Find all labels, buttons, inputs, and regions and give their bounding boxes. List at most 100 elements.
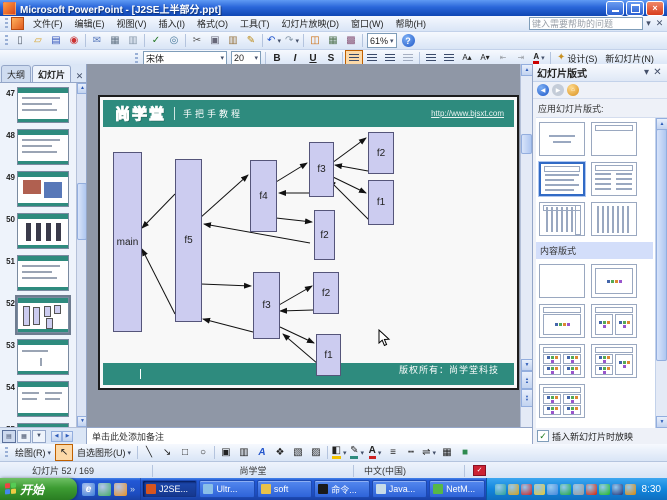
slide-canvas[interactable]: 尚学堂 手把手教程 http://www.bjsxt.com 版权所有：尚学堂科… <box>87 64 532 427</box>
slide[interactable]: 尚学堂 手把手教程 http://www.bjsxt.com 版权所有：尚学堂科… <box>98 95 519 390</box>
research-button[interactable]: ◎ <box>165 32 183 49</box>
help-dropdown-icon[interactable]: ▾ <box>643 18 654 29</box>
arrow-button[interactable]: ↘ <box>158 444 176 461</box>
normal-view-button[interactable]: ▤ <box>2 430 16 443</box>
show-desktop-icon[interactable] <box>98 483 111 496</box>
slideshow-view-button[interactable]: ▼ <box>32 430 46 443</box>
tray-icon-4[interactable] <box>547 484 558 495</box>
layout-blank[interactable] <box>539 264 585 298</box>
line-style-button[interactable]: ≡ <box>384 444 402 461</box>
toolbar-grip[interactable] <box>5 447 8 458</box>
stack-frame-box-f2[interactable]: f2 <box>313 272 339 314</box>
task-button-3[interactable]: 命令... <box>314 480 369 498</box>
layout-two-col-text[interactable] <box>591 162 637 196</box>
start-button[interactable]: 开始 <box>0 478 77 500</box>
stack-frame-box-f1[interactable]: f1 <box>368 180 394 225</box>
layout-vert-title-text[interactable] <box>539 202 585 236</box>
scroll-up-icon[interactable]: ▲ <box>521 64 532 76</box>
autoshapes-menu-button[interactable]: 自选图形(U)▾ <box>73 445 135 460</box>
rectangle-button[interactable]: □ <box>176 444 194 461</box>
scroll-right-icon[interactable]: ▶ <box>62 431 73 442</box>
fill-color-button[interactable]: ◧▾ <box>330 444 348 461</box>
layout-title-content[interactable] <box>539 304 585 338</box>
cut-button[interactable]: ✂ <box>188 32 206 49</box>
save-button[interactable]: ▤ <box>47 32 65 49</box>
menu-item-8[interactable]: 帮助(H) <box>390 16 433 31</box>
stack-frame-box-f4[interactable]: f4 <box>250 160 277 232</box>
notes-pane[interactable]: 单击此处添加备注 <box>87 427 532 444</box>
stack-frame-box-f3[interactable]: f3 <box>309 142 334 197</box>
layout-title-text[interactable] <box>539 162 585 196</box>
scroll-up-icon[interactable]: ▲ <box>77 83 86 94</box>
scroll-down-icon[interactable]: ▼ <box>656 416 667 428</box>
media-player-icon[interactable] <box>114 483 127 496</box>
print-preview-button[interactable]: ▥ <box>124 32 142 49</box>
slide-thumbnail-49[interactable] <box>17 171 69 207</box>
arrow-style-button[interactable]: ⇌▾ <box>420 444 438 461</box>
task-button-4[interactable]: Java... <box>372 480 427 498</box>
clip-art-button[interactable]: ▧ <box>289 444 307 461</box>
layout-title-2left-1right[interactable] <box>591 344 637 378</box>
tray-icon-7[interactable] <box>586 484 597 495</box>
stack-frame-box-main[interactable]: main <box>113 152 142 332</box>
forward-button[interactable]: ▶ <box>552 84 564 96</box>
layout-content[interactable] <box>591 264 637 298</box>
tray-icon-5[interactable] <box>560 484 571 495</box>
previous-slide-button[interactable]: ▲▲ <box>521 371 532 389</box>
layout-title-2x2[interactable] <box>539 384 585 418</box>
redo-button[interactable]: ↷▾ <box>283 32 301 49</box>
minimize-button[interactable] <box>606 1 624 16</box>
tray-icon-2[interactable] <box>521 484 532 495</box>
task-button-5[interactable]: NetM... <box>429 480 484 498</box>
toolbar-grip[interactable] <box>5 18 8 29</box>
stack-frame-box-f2[interactable]: f2 <box>368 132 394 174</box>
help-question-input[interactable]: 键入需要帮助的问题 <box>529 17 643 30</box>
3d-style-button[interactable]: ■ <box>456 444 474 461</box>
task-button-2[interactable]: soft <box>257 480 312 498</box>
font-color-button[interactable]: A▾ <box>366 444 384 461</box>
menu-item-0[interactable]: 文件(F) <box>27 16 69 31</box>
checkbox-checked-icon[interactable]: ✓ <box>537 430 549 442</box>
copy-button[interactable]: ▣ <box>206 32 224 49</box>
scrollbar-thumb[interactable] <box>77 183 86 240</box>
tray-icon-8[interactable] <box>599 484 610 495</box>
menu-item-4[interactable]: 格式(O) <box>191 16 234 31</box>
menu-item-3[interactable]: 插入(I) <box>153 16 192 31</box>
stack-frame-box-f5[interactable]: f5 <box>175 159 202 322</box>
menu-item-5[interactable]: 工具(T) <box>234 16 276 31</box>
task-pane-close-icon[interactable]: ✕ <box>652 67 663 78</box>
shadow-style-button[interactable]: ▦ <box>438 444 456 461</box>
help-button[interactable]: ? <box>402 34 415 47</box>
undo-button[interactable]: ↶▾ <box>265 32 283 49</box>
slides-scrollbar[interactable]: ▲ ▼ <box>76 83 86 427</box>
insert-table-button[interactable]: ▦ <box>324 32 342 49</box>
layout-vert-text[interactable] <box>591 202 637 236</box>
task-pane-dropdown-icon[interactable]: ▾ <box>641 67 652 78</box>
pane-close-icon[interactable]: ✕ <box>74 71 85 82</box>
spelling-button[interactable]: ✓ <box>147 32 165 49</box>
tray-icon-10[interactable] <box>625 484 636 495</box>
scroll-left-icon[interactable]: ◀ <box>51 431 62 442</box>
picture-button[interactable]: ▨ <box>307 444 325 461</box>
layout-title-slide[interactable] <box>539 122 585 156</box>
open-button[interactable]: ▱ <box>29 32 47 49</box>
tray-icon-1[interactable] <box>508 484 519 495</box>
menubar-close-icon[interactable]: ✕ <box>654 18 665 29</box>
permission-button[interactable]: ◉ <box>65 32 83 49</box>
menu-item-1[interactable]: 编辑(E) <box>69 16 111 31</box>
back-button[interactable]: ◀ <box>537 84 549 96</box>
line-button[interactable]: ╲ <box>140 444 158 461</box>
task-pane-scrollbar[interactable]: ▲ ▼ <box>655 118 667 428</box>
tables-and-borders-button[interactable]: ▩ <box>342 32 360 49</box>
stack-frame-box-f2[interactable]: f2 <box>314 210 335 260</box>
toolbar-grip[interactable] <box>135 53 138 64</box>
home-button[interactable]: ⌂ <box>567 84 579 96</box>
scrollbar-thumb[interactable] <box>521 134 532 154</box>
insert-chart-button[interactable]: ◫ <box>306 32 324 49</box>
ie-icon[interactable]: e <box>82 483 95 496</box>
stack-frame-box-f1[interactable]: f1 <box>316 334 341 376</box>
close-button[interactable]: × <box>646 1 664 16</box>
scroll-down-icon[interactable]: ▼ <box>77 416 86 427</box>
vertical-scrollbar[interactable]: ▲ ▼ ▲▲ ▼▼ <box>520 64 532 427</box>
layout-title-only[interactable] <box>591 122 637 156</box>
